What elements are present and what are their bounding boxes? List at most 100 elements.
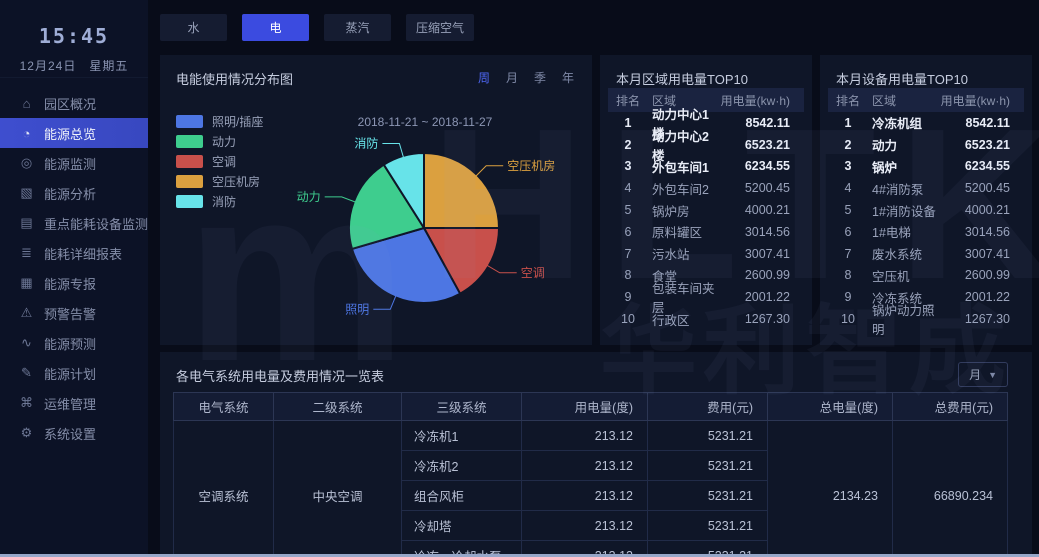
tab-电[interactable]: 电 — [242, 14, 309, 41]
sidebar-item-系统设置[interactable]: ⚙系统设置 — [0, 418, 148, 448]
top10-value: 3007.41 — [940, 247, 1024, 261]
device-top10-title: 本月设备用电量TOP10 — [836, 69, 968, 88]
device-top10-rows: 1冷冻机组8542.112动力6523.213锅炉6234.5544#消防泵52… — [828, 112, 1024, 337]
table-row[interactable]: 10行政区1267.30 — [608, 308, 804, 330]
sidebar-item-label: 能源总览 — [44, 124, 96, 143]
energy-overview-icon: ◔ — [19, 126, 34, 141]
table-row[interactable]: 7废水系统3007.41 — [828, 243, 1024, 265]
sidebar-item-label: 运维管理 — [44, 394, 96, 413]
top10-value: 4000.21 — [720, 203, 804, 217]
top10-value: 2600.99 — [940, 268, 1024, 282]
table-row[interactable]: 51#消防设备4000.21 — [828, 199, 1024, 221]
sidebar-item-能源分析[interactable]: ▧能源分析 — [0, 178, 148, 208]
top10-col-name: 区域 — [868, 92, 914, 109]
device-top10-header: 排名区域用电量(kw·h) — [828, 88, 1024, 112]
top10-rank: 2 — [828, 138, 868, 152]
legend-item-照明/插座[interactable]: 照明/插座 — [176, 111, 263, 131]
top10-name: 动力 — [868, 135, 940, 154]
table-row[interactable]: 44#消防泵5200.45 — [828, 177, 1024, 199]
sidebar: 15:45 12月24日 星期五 ⌂园区概况◔能源总览◎能源监测▧能源分析▤重点… — [0, 0, 148, 557]
top10-value: 6523.21 — [940, 138, 1024, 152]
period-dropdown-value: 月 — [969, 366, 981, 383]
table-row[interactable]: 5锅炉房4000.21 — [608, 199, 804, 221]
legend-item-空压机房[interactable]: 空压机房 — [176, 171, 263, 191]
table-row[interactable]: 2动力中心2楼6523.21 — [608, 134, 804, 156]
top10-name: 行政区 — [648, 310, 720, 329]
sidebar-item-能源专报[interactable]: ▦能源专报 — [0, 268, 148, 298]
legend-swatch — [176, 115, 203, 128]
legend-swatch — [176, 155, 203, 168]
clock-date-value: 12月24日 — [20, 59, 77, 73]
total-energy-cell: 2134.23 — [768, 421, 893, 557]
table-row[interactable]: 3锅炉6234.55 — [828, 156, 1024, 178]
sidebar-item-重点能耗设备监测[interactable]: ▤重点能耗设备监测 — [0, 208, 148, 238]
system-table-header-二级系统: 二级系统 — [274, 393, 402, 421]
sidebar-item-能源计划[interactable]: ✎能源计划 — [0, 358, 148, 388]
legend-item-空调[interactable]: 空调 — [176, 151, 263, 171]
sidebar-item-运维管理[interactable]: ⌘ 运维管理 — [0, 388, 148, 418]
top10-value: 6234.55 — [940, 159, 1024, 173]
energy-cell: 213.12 — [522, 511, 648, 541]
top10-rank: 10 — [828, 312, 868, 326]
table-row[interactable]: 7污水站3007.41 — [608, 243, 804, 265]
system-table-card: 各电气系统用电量及费用情况一览表 月 ▼ 电气系统二级系统三级系统用电量(度)费… — [160, 352, 1032, 557]
top10-rank: 6 — [608, 225, 648, 239]
sidebar-item-label: 能源计划 — [44, 364, 96, 383]
top10-value: 2001.22 — [940, 290, 1024, 304]
table-row[interactable]: 6原料罐区3014.56 — [608, 221, 804, 243]
sidebar-item-能源监测[interactable]: ◎能源监测 — [0, 148, 148, 178]
table-row[interactable]: 8空压机2600.99 — [828, 265, 1024, 287]
top10-value: 3014.56 — [940, 225, 1024, 239]
pie-slice-空压机房[interactable] — [424, 153, 499, 228]
system-table-header-三级系统: 三级系统 — [402, 393, 522, 421]
system-table: 电气系统二级系统三级系统用电量(度)费用(元)总电量(度)总费用(元) 空调系统… — [173, 392, 1008, 557]
legend-item-动力[interactable]: 动力 — [176, 131, 263, 151]
table-row: 空调系统中央空调冷冻机1213.125231.212134.2366890.23… — [174, 421, 1008, 451]
top10-rank: 7 — [828, 247, 868, 261]
legend-item-消防[interactable]: 消防 — [176, 191, 263, 211]
system-table-header-费用(元): 费用(元) — [648, 393, 768, 421]
top10-value: 6234.55 — [720, 159, 804, 173]
sidebar-item-能源总览[interactable]: ◔ 能源总览 — [0, 118, 148, 148]
top10-value: 3007.41 — [720, 247, 804, 261]
sidebar-item-能源预测[interactable]: ∿ 能源预测 — [0, 328, 148, 358]
pie-chart-card: 电能使用情况分布图 周月季年 2018-11-21 ~ 2018-11-27 照… — [160, 55, 592, 345]
sidebar-item-园区概况[interactable]: ⌂园区概况 — [0, 88, 148, 118]
table-row[interactable]: 10锅炉动力照明1267.30 — [828, 308, 1024, 330]
table-row[interactable]: 2动力6523.21 — [828, 134, 1024, 156]
legend-label: 动力 — [212, 133, 236, 150]
table-row[interactable]: 61#电梯3014.56 — [828, 221, 1024, 243]
tab-水[interactable]: 水 — [160, 14, 227, 41]
top10-rank: 5 — [608, 203, 648, 217]
sidebar-item-label: 能源监测 — [44, 154, 96, 173]
cost-cell: 5231.21 — [648, 481, 768, 511]
top10-rank: 10 — [608, 312, 648, 326]
tab-蒸汽[interactable]: 蒸汽 — [324, 14, 391, 41]
table-row[interactable]: 4外包车间25200.45 — [608, 177, 804, 199]
sidebar-menu: ⌂园区概况 ◔ 能源总览 ◎能源监测▧能源分析▤重点能耗设备监测≣能耗详细报表▦能源专… — [0, 88, 148, 448]
sidebar-item-label: 能源预测 — [44, 334, 96, 353]
table-row[interactable]: 1冷冻机组8542.11 — [828, 112, 1024, 134]
region-top10-title: 本月区域用电量TOP10 — [616, 69, 748, 88]
tab-压缩空气[interactable]: 压缩空气 — [406, 14, 474, 41]
table-row[interactable]: 3外包车间16234.55 — [608, 156, 804, 178]
pie-callout-line — [486, 265, 517, 273]
top10-rank: 3 — [608, 159, 648, 173]
top10-rank: 1 — [608, 116, 648, 130]
ops-management-icon: ⌘ — [19, 395, 34, 411]
detail-report-icon: ≣ — [19, 245, 34, 261]
top10-name: 锅炉动力照明 — [868, 300, 940, 338]
sidebar-item-能耗详细报表[interactable]: ≣能耗详细报表 — [0, 238, 148, 268]
clock-date: 12月24日 星期五 — [0, 57, 148, 74]
tertiary-system-cell: 冷却塔 — [402, 511, 522, 541]
top10-value: 3014.56 — [720, 225, 804, 239]
system-table-header-总电量(度): 总电量(度) — [768, 393, 893, 421]
energy-cell: 213.12 — [522, 451, 648, 481]
system-cell: 空调系统 — [174, 421, 274, 557]
legend-label: 消防 — [212, 193, 236, 210]
sidebar-item-预警告警[interactable]: ⚠预警告警 — [0, 298, 148, 328]
period-dropdown[interactable]: 月 ▼ — [958, 362, 1008, 387]
table-row[interactable]: 9包装车间夹层2001.22 — [608, 286, 804, 308]
forecast-icon: ∿ — [19, 335, 34, 351]
top10-rank: 1 — [828, 116, 868, 130]
